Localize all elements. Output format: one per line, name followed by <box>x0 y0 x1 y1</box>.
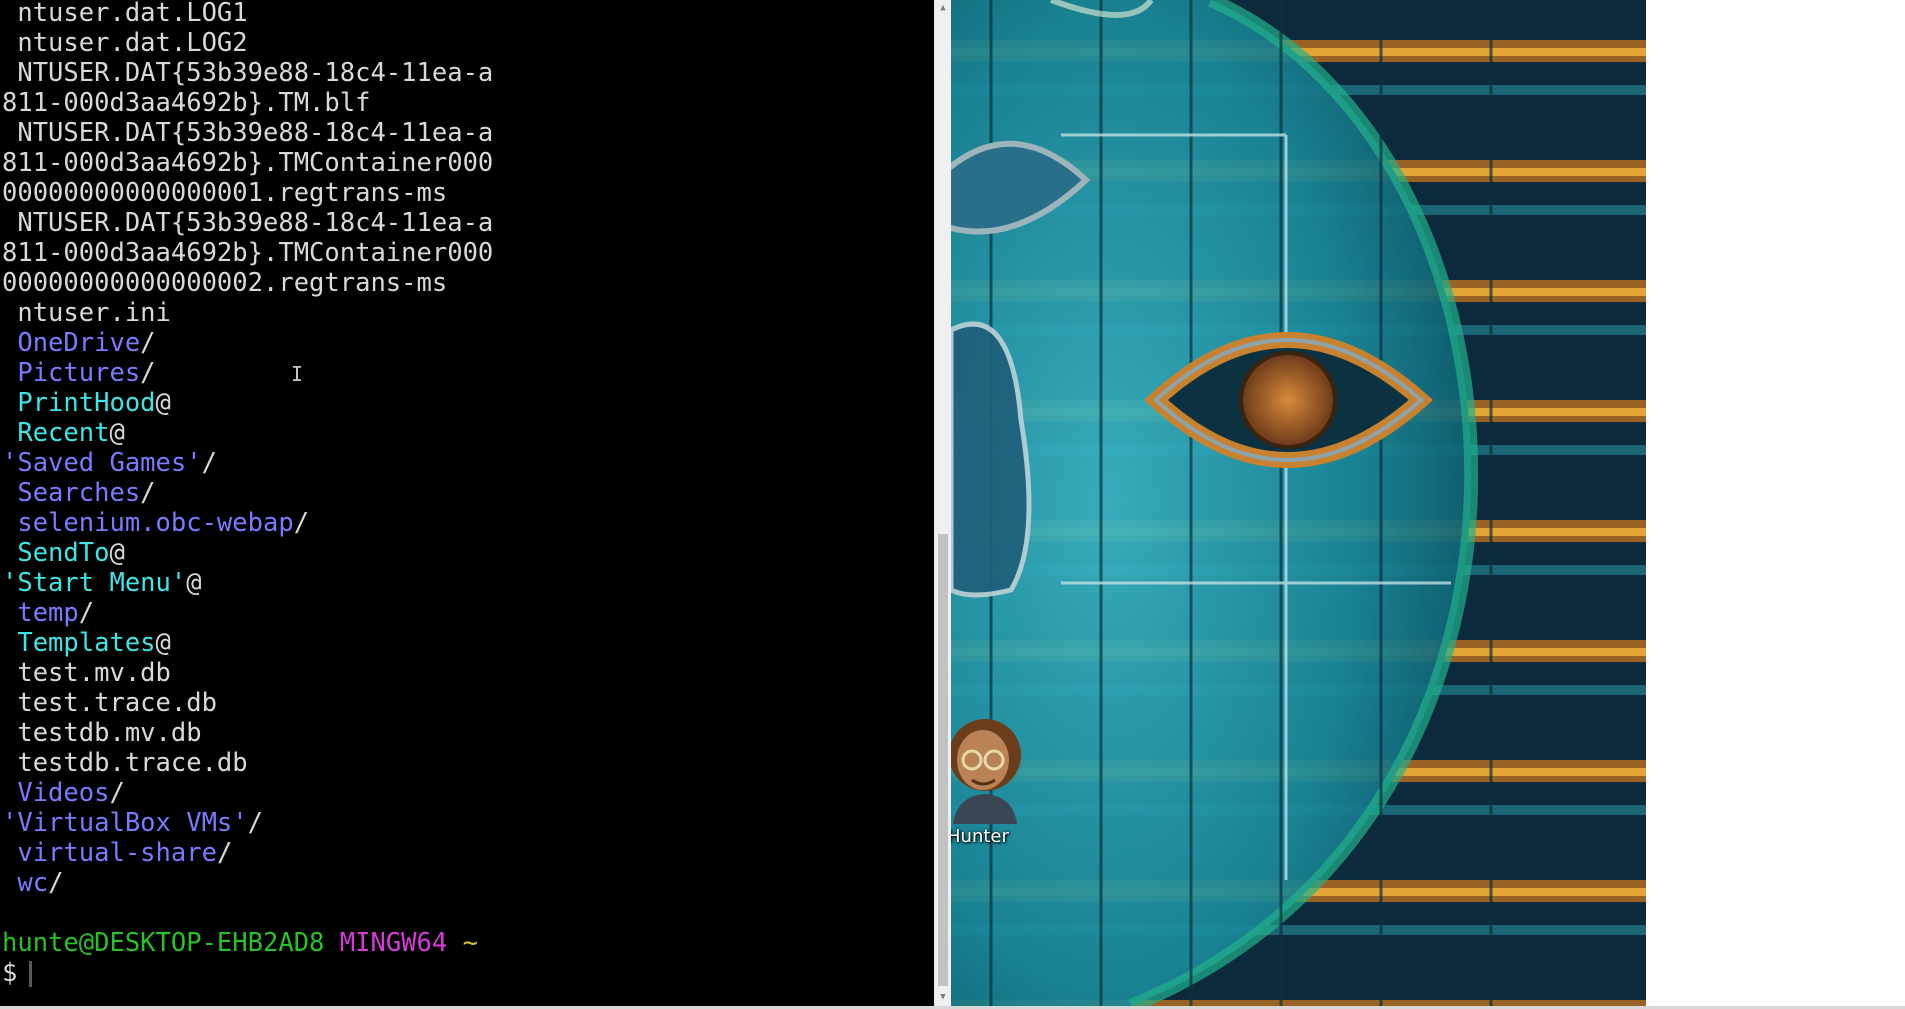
user-avatar-icon <box>951 719 1021 824</box>
terminal-output: ntuser.dat.LOG1 ntuser.dat.LOG2 NTUSER.D… <box>2 0 493 988</box>
terminal-line: SendTo@ <box>2 538 493 568</box>
terminal-text: PrintHood <box>2 388 156 418</box>
terminal-text: / <box>78 598 95 628</box>
terminal-line: hunte@DESKTOP-EHB2AD8 MINGW64 ~ <box>2 928 493 958</box>
terminal-text: ntuser.dat.LOG2 <box>2 28 248 58</box>
terminal-line: NTUSER.DAT{53b39e88-18c4-11ea-a <box>2 118 493 148</box>
terminal-line: temp/ <box>2 598 493 628</box>
terminal-text: @ <box>109 418 125 448</box>
terminal-text: ntuser.ini <box>2 298 171 328</box>
terminal-text: ~ <box>462 928 478 958</box>
terminal-text: 811-000d3aa4692b}.TMContainer000 <box>2 238 494 268</box>
terminal-text: / <box>293 508 310 538</box>
scroll-down-arrow-icon[interactable]: ▼ <box>935 989 951 1006</box>
terminal-line: 811-000d3aa4692b}.TMContainer000 <box>2 148 493 178</box>
terminal-text: @ <box>155 628 171 658</box>
terminal-text: testdb.mv.db <box>2 718 202 748</box>
terminal-text: Pictures <box>2 358 141 388</box>
terminal-line: PrintHood@ <box>2 388 493 418</box>
desktop-icon-label: Hunter <box>951 826 1009 847</box>
empty-screen-area <box>1646 0 1905 1006</box>
terminal-text: wc <box>2 868 49 898</box>
terminal-line: testdb.trace.db <box>2 748 493 778</box>
terminal-text: OneDrive <box>2 328 141 358</box>
terminal-text: 'Start Menu' <box>2 568 187 598</box>
terminal-text: / <box>48 868 64 898</box>
terminal-text: 811-000d3aa4692b}.TMContainer000 <box>2 148 494 178</box>
terminal-text: test.trace.db <box>2 688 217 718</box>
terminal-line: Recent@ <box>2 418 493 448</box>
terminal-line: ntuser.dat.LOG1 <box>2 0 493 28</box>
terminal-line: 'Saved Games'/ <box>2 448 493 478</box>
terminal-line: 'VirtualBox VMs'/ <box>2 808 493 838</box>
terminal-text: / <box>140 358 156 388</box>
text-cursor-icon: I <box>291 362 304 386</box>
terminal-text: 00000000000000002.regtrans-ms <box>2 268 448 298</box>
terminal-line: Videos/ <box>2 778 493 808</box>
scrollbar-thumb[interactable] <box>938 534 948 986</box>
terminal-text: Videos <box>2 778 110 808</box>
terminal-text: NTUSER.DAT{53b39e88-18c4-11ea-a <box>2 118 494 148</box>
terminal-line: 00000000000000001.regtrans-ms <box>2 178 493 208</box>
terminal-line: selenium.obc-webap/ <box>2 508 493 538</box>
terminal-text: Templates <box>2 628 156 658</box>
terminal-text: 'VirtualBox VMs' <box>2 808 248 838</box>
terminal-text: SendTo <box>2 538 110 568</box>
terminal-line: ntuser.dat.LOG2 <box>2 28 493 58</box>
terminal-line: testdb.mv.db <box>2 718 493 748</box>
terminal-text: temp <box>2 598 79 628</box>
terminal-text: / <box>247 808 263 838</box>
terminal-line: OneDrive/ <box>2 328 493 358</box>
terminal-line: 811-000d3aa4692b}.TMContainer000 <box>2 238 493 268</box>
terminal-line: $ <box>2 958 493 988</box>
terminal-window[interactable]: ntuser.dat.LOG1 ntuser.dat.LOG2 NTUSER.D… <box>0 0 934 1006</box>
terminal-text: Recent <box>2 418 110 448</box>
terminal-text: 811-000d3aa4692b}.TM.blf <box>2 88 371 118</box>
terminal-text: MINGW64 <box>339 928 448 958</box>
desktop-wallpaper: Hunter <box>951 0 1646 1006</box>
terminal-text: test.mv.db <box>2 658 171 688</box>
terminal-text: / <box>109 778 125 808</box>
terminal-line: virtual-share/ <box>2 838 493 868</box>
terminal-line: ntuser.ini <box>2 298 493 328</box>
terminal-text: 'Saved Games' <box>2 448 202 478</box>
desktop-shortcut-hunter[interactable]: Hunter <box>951 700 1025 850</box>
scroll-up-arrow-icon[interactable]: ▲ <box>935 0 951 17</box>
terminal-text: selenium.obc-webap <box>2 508 294 538</box>
terminal-text: / <box>216 838 233 868</box>
terminal-line: test.trace.db <box>2 688 493 718</box>
terminal-scrollbar[interactable]: ▲ ▼ <box>934 0 951 1006</box>
terminal-line: Pictures/ <box>2 358 493 388</box>
terminal-line: 811-000d3aa4692b}.TM.blf <box>2 88 493 118</box>
terminal-text: ntuser.dat.LOG1 <box>2 0 248 28</box>
terminal-text: NTUSER.DAT{53b39e88-18c4-11ea-a <box>2 58 494 88</box>
terminal-line: 00000000000000002.regtrans-ms <box>2 268 493 298</box>
terminal-text: @ <box>155 388 171 418</box>
terminal-text: Searches <box>2 478 141 508</box>
terminal-text: NTUSER.DAT{53b39e88-18c4-11ea-a <box>2 208 494 238</box>
terminal-line: Templates@ <box>2 628 493 658</box>
terminal-line: Searches/ <box>2 478 493 508</box>
terminal-text: @ <box>186 568 202 598</box>
terminal-text: $ <box>2 958 18 988</box>
terminal-text: virtual-share <box>2 838 217 868</box>
terminal-text: hunte@DESKTOP-EHB2AD8 <box>2 928 325 958</box>
terminal-text: / <box>140 478 156 508</box>
terminal-text: 00000000000000001.regtrans-ms <box>2 178 448 208</box>
terminal-line: wc/ <box>2 868 493 898</box>
terminal-line: test.mv.db <box>2 658 493 688</box>
terminal-line: 'Start Menu'@ <box>2 568 493 598</box>
terminal-text: / <box>201 448 217 478</box>
terminal-caret <box>29 961 33 987</box>
terminal-text: @ <box>109 538 125 568</box>
terminal-line: NTUSER.DAT{53b39e88-18c4-11ea-a <box>2 208 493 238</box>
terminal-text: testdb.trace.db <box>2 748 248 778</box>
terminal-text: / <box>140 328 156 358</box>
wallpaper-art <box>951 0 1646 1006</box>
terminal-line: NTUSER.DAT{53b39e88-18c4-11ea-a <box>2 58 493 88</box>
